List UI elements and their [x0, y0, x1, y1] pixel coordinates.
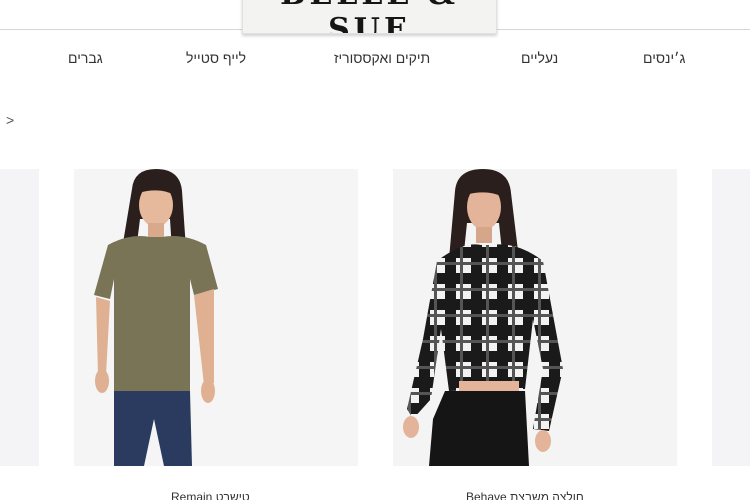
logo-text: BELLE & SUE [280, 0, 455, 34]
nav-item-bags-accessories[interactable]: תיקים ואקססוריז [334, 50, 430, 66]
product-image-plaid-shirt[interactable] [393, 169, 677, 466]
nav-item-men[interactable]: גברים [68, 50, 103, 66]
main-nav: ג׳ינסים נעליים תיקים ואקססוריז לייף סטיי… [0, 50, 750, 74]
nav-item-jeans[interactable]: ג׳ינסים [643, 50, 685, 66]
nav-item-shoes[interactable]: נעליים [521, 50, 558, 66]
product-image-olive-tshirt[interactable] [74, 169, 358, 466]
carousel-arrow[interactable]: > [6, 112, 14, 128]
product-title-remain[interactable]: טישרט Remain [171, 490, 250, 500]
product-image-partial-left[interactable] [0, 169, 39, 466]
nav-item-lifestyle[interactable]: לייף סטייל [186, 50, 246, 66]
header: BELLE & SUE [0, 0, 750, 34]
woman-plaid-shirt-icon [393, 169, 677, 466]
product-image-partial-right[interactable] [712, 169, 750, 466]
brand-logo[interactable]: BELLE & SUE [242, 0, 497, 34]
woman-olive-tshirt-icon [74, 169, 358, 466]
product-title-behave[interactable]: חולצה משבצת Behave [466, 490, 584, 500]
